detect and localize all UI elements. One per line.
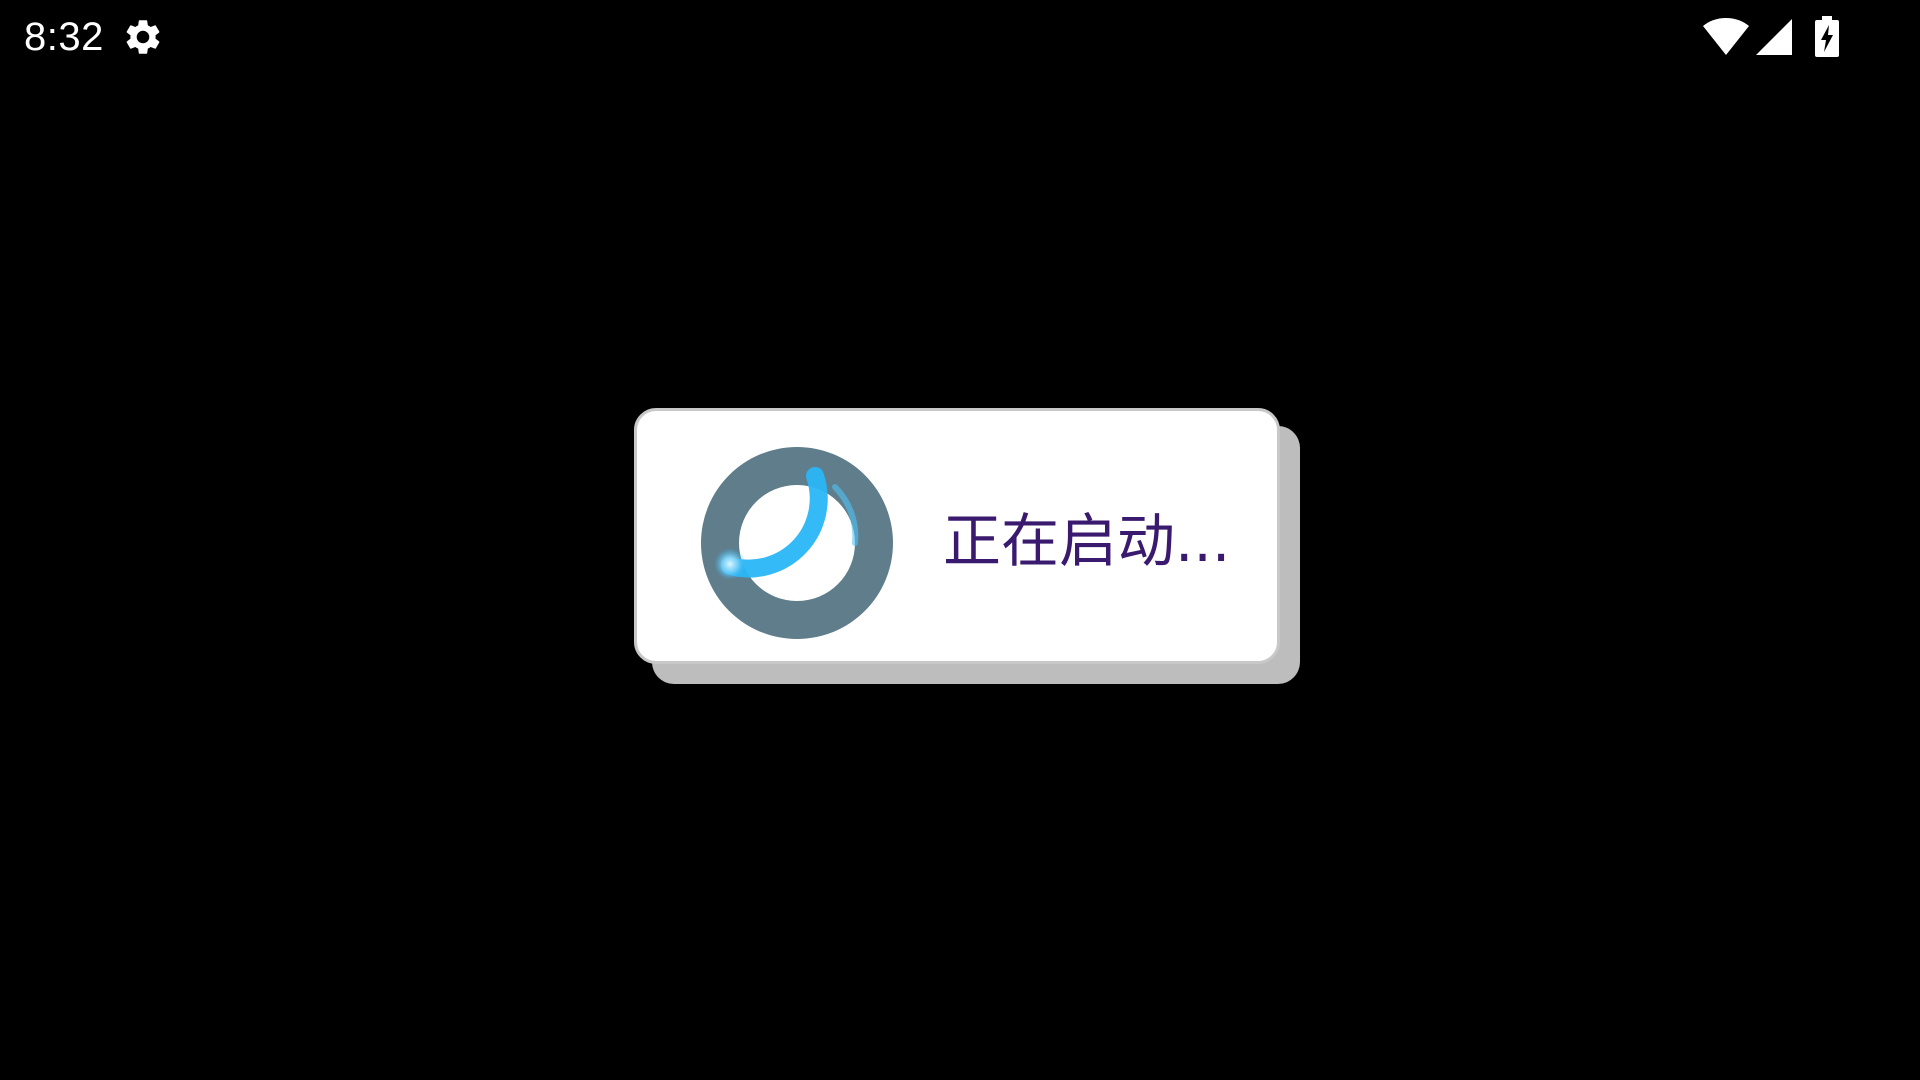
loading-dialog: 正在启动... — [634, 408, 1280, 664]
status-time: 8:32 — [24, 14, 104, 59]
battery-charging-icon — [1814, 16, 1840, 58]
status-bar-right — [1702, 12, 1840, 62]
loading-spinner-icon — [699, 445, 895, 641]
status-bar-left: 8:32 — [24, 10, 164, 64]
loading-message: 正在启动... — [943, 507, 1231, 575]
gear-icon — [122, 16, 164, 58]
status-bar: 8:32 — [0, 0, 1920, 74]
loading-dialog-container: 正在启动... — [634, 408, 1302, 688]
wifi-icon — [1702, 17, 1750, 57]
screen: 8:32 正在启动... — [0, 0, 1920, 1080]
cell-signal-icon — [1754, 17, 1794, 57]
